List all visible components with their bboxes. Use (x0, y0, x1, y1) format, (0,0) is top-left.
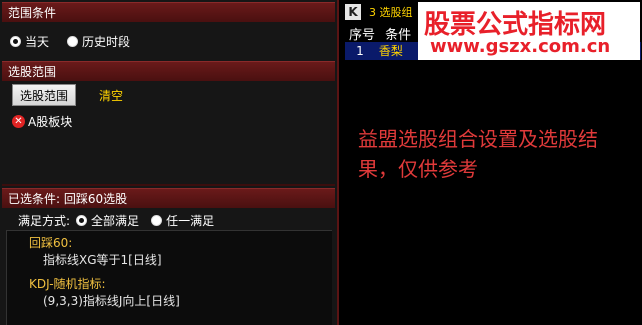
condition-panel: 范围条件 当天 历史时段 选股范围 选股范围 清空 ✕ A股板块 已选条件: 回… (0, 0, 339, 325)
mode-option-any[interactable]: 任一满足 (166, 212, 214, 229)
condition-title[interactable]: 回踩60: (29, 234, 72, 251)
scope-option-label: 历史时段 (82, 35, 131, 49)
mode-label: 满足方式: (18, 214, 71, 228)
conditions-header: 已选条件: 回踩60选股 (2, 188, 335, 208)
condition-list: 回踩60: 指标线XG等于1[日线] KDJ-随机指标: (9,3,3)指标线J… (6, 230, 332, 325)
radio-icon[interactable] (151, 215, 163, 226)
scope-option-label: 当天 (25, 35, 50, 49)
scope-header: 范围条件 (2, 2, 335, 22)
scope-option-today[interactable]: 当天 (10, 33, 49, 50)
radio-icon[interactable] (67, 36, 78, 47)
annotation-note: 益盟选股组合设置及选股结果，仅供参考 (358, 127, 598, 181)
column-index[interactable]: 序号 (349, 28, 375, 43)
condition-title[interactable]: KDJ-随机指标: (29, 275, 106, 292)
row-index: 1 (356, 44, 364, 58)
remove-icon[interactable]: ✕ (12, 115, 25, 128)
result-title: 3 选股组 (369, 6, 413, 19)
radio-selected-icon[interactable] (76, 215, 88, 226)
range-header: 选股范围 (2, 61, 335, 81)
range-item-label: A股板块 (28, 115, 73, 129)
radio-selected-icon[interactable] (10, 36, 21, 47)
range-item-a-share[interactable]: ✕ A股板块 (12, 113, 72, 130)
mode-row: 满足方式: 全部满足 任一满足 (18, 212, 214, 229)
condition-detail: 指标线XG等于1[日线] (43, 253, 162, 267)
column-condition[interactable]: 条件 (385, 28, 411, 43)
watermark-url: www.gszx.com.cn (430, 36, 611, 57)
k-logo-icon: K (345, 4, 361, 20)
scope-option-history[interactable]: 历史时段 (67, 33, 130, 50)
table-header: 序号 条件 (349, 24, 411, 43)
mode-option-all[interactable]: 全部满足 (91, 212, 139, 229)
watermark: 股票公式指标网 www.gszx.com.cn (418, 2, 640, 60)
row-stock-name: 香梨 (378, 44, 403, 58)
condition-detail: (9,3,3)指标线J向上[日线] (43, 294, 180, 308)
clear-button[interactable]: 清空 (99, 87, 123, 104)
select-range-button[interactable]: 选股范围 (12, 84, 76, 106)
result-title-bar: K 3 选股组 (345, 2, 413, 22)
divider (2, 184, 335, 186)
